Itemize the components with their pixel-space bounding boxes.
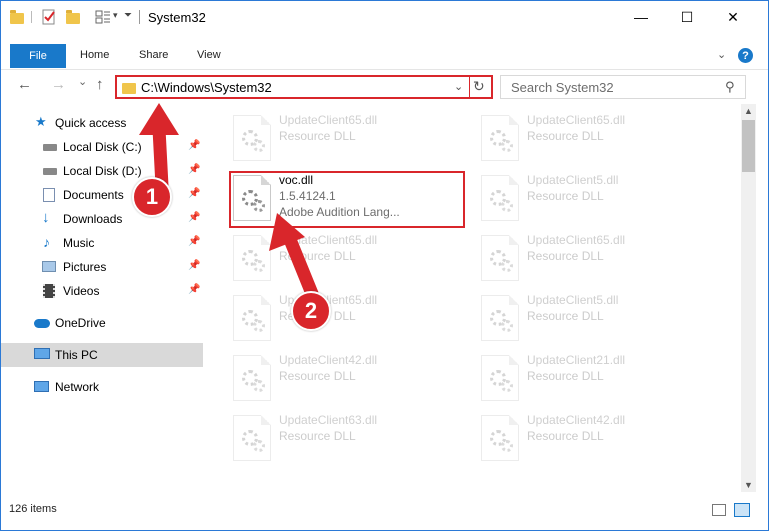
arrow-2 — [269, 213, 322, 308]
file-explorer-window: ▾ ⏷ System32 — ☐ ✕ File Home Share View … — [0, 0, 769, 531]
callout-arrows — [139, 103, 322, 308]
callout-step-2: 2 — [291, 291, 331, 331]
callout-step-1: 1 — [132, 177, 172, 217]
arrow-1 — [139, 103, 179, 193]
